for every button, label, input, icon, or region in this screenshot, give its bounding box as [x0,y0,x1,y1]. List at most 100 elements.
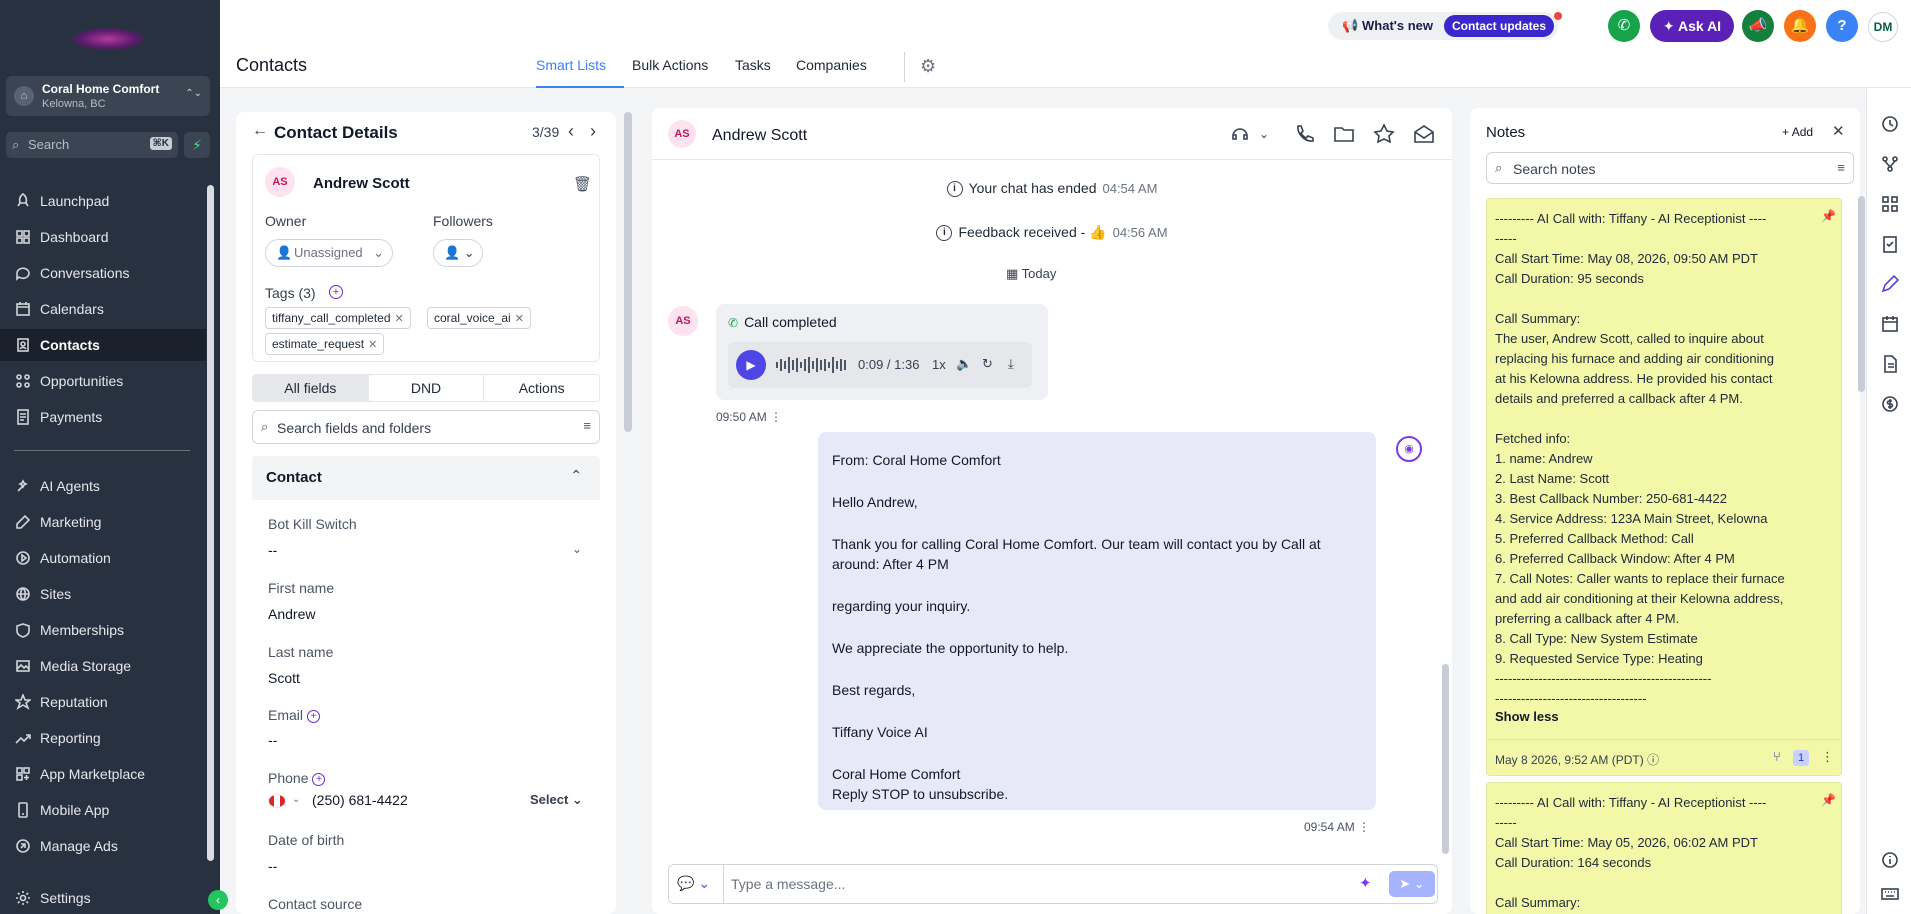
email-field[interactable]: -- [268,732,277,748]
notifications-button[interactable]: 🔔 [1784,10,1816,42]
sidebar-item-automation[interactable]: Automation [0,542,206,574]
prev-contact-button[interactable]: ‹ [568,121,574,142]
add-phone-icon[interactable]: + [312,772,326,786]
sidebar-item-manage-ads[interactable]: Manage Ads [0,830,206,862]
tag-chip[interactable]: estimate_request ✕ [265,333,385,355]
whats-new-pill[interactable]: 📢 What's new Contact updates [1328,12,1562,40]
chevron-down-icon[interactable]: ⌄ [1252,127,1276,151]
sidebar-item-dashboard[interactable]: Dashboard [0,221,206,253]
tab-bulk-actions[interactable]: Bulk Actions [632,57,708,73]
help-button[interactable]: ? [1826,10,1858,42]
keyboard-icon[interactable] [1879,884,1901,906]
tab-tasks[interactable]: Tasks [735,57,771,73]
collapse-sidebar-button[interactable]: ‹ [208,890,228,910]
volume-icon[interactable]: 🔈 [956,356,972,372]
notes-search-input[interactable]: ⌕ Search notes ≡ [1486,152,1854,184]
dob-field[interactable]: -- [268,858,277,874]
back-arrow-icon[interactable]: ← [252,122,268,140]
followers-select[interactable]: 👤 ⌄ [433,239,483,267]
channel-select[interactable]: 💬 ⌄ [677,875,710,892]
sidebar-item-marketing[interactable]: Marketing [0,506,206,538]
canada-flag-icon[interactable] [268,794,286,808]
tasks-icon[interactable] [1879,234,1901,256]
tab-actions[interactable]: Actions [484,375,599,401]
favorite-button[interactable] [1372,123,1396,147]
sidebar-item-mobile-app[interactable]: Mobile App [0,794,206,826]
next-contact-button[interactable]: › [590,121,596,142]
playback-speed-button[interactable]: 1x [932,357,946,372]
ask-ai-button[interactable]: ✦ Ask AI [1650,10,1734,42]
pin-icon[interactable]: 📌 [1821,209,1836,223]
note-card[interactable]: 📌 --------- AI Call with: Tiffany - AI R… [1486,782,1842,914]
sidebar-item-reporting[interactable]: Reporting [0,722,206,754]
tab-companies[interactable]: Companies [796,57,867,73]
details-scrollbar[interactable] [624,112,632,432]
notes-scrollbar[interactable] [1858,196,1865,392]
announcements-button[interactable]: 📣 [1742,10,1774,42]
tag-chip[interactable]: tiffany_call_completed ✕ [265,307,411,329]
first-name-field[interactable]: Andrew [268,606,315,622]
close-icon[interactable]: ✕ [368,339,377,351]
sidebar-item-opportunities[interactable]: Opportunities [0,365,206,397]
sidebar-item-memberships[interactable]: Memberships [0,614,206,646]
close-icon[interactable]: ✕ [515,313,524,325]
play-button[interactable]: ▶ [736,350,766,380]
tab-dnd[interactable]: DND [369,375,485,401]
settings-gear-button[interactable]: ⚙ [920,56,936,77]
add-tag-icon[interactable]: + [329,285,343,299]
workflow-icon[interactable] [1879,154,1901,176]
more-vertical-icon[interactable]: ⋮ [1358,820,1370,834]
document-icon[interactable] [1879,354,1901,376]
replay-icon[interactable]: ↻ [982,356,993,372]
owner-select[interactable]: 👤 Unassigned ⌄ [265,239,393,267]
brand-logo[interactable] [72,28,144,50]
contact-section-header[interactable]: Contact ⌃ [252,456,600,500]
filter-icon[interactable]: ≡ [1837,160,1845,175]
phone-field[interactable]: (250) 681-4422 [312,792,408,808]
sidebar-item-app-marketplace[interactable]: App Marketplace [0,758,206,790]
add-note-button[interactable]: + Add [1782,125,1813,139]
ai-assist-icon[interactable]: ✦ [1359,874,1372,892]
message-input[interactable] [731,865,1291,903]
sidebar-item-media-storage[interactable]: Media Storage [0,650,206,682]
sidebar-item-payments[interactable]: Payments [0,401,206,433]
tag-chip[interactable]: coral_voice_ai ✕ [427,307,531,329]
audio-waveform[interactable] [776,356,850,374]
conversation-scrollbar[interactable] [1442,664,1449,854]
phone-call-button[interactable] [1292,123,1316,147]
sidebar-item-sites[interactable]: Sites [0,578,206,610]
call-options-button[interactable] [1228,123,1252,147]
phone-button[interactable]: ✆ [1608,10,1640,42]
sidebar-item-conversations[interactable]: Conversations [0,257,206,289]
integrations-icon[interactable] [1879,194,1901,216]
filter-icon[interactable]: ≡ [583,418,591,433]
user-avatar[interactable]: DM [1868,12,1898,42]
close-icon[interactable]: ✕ [1832,122,1845,140]
info-icon[interactable] [1879,850,1901,872]
add-email-icon[interactable]: + [307,709,321,723]
history-icon[interactable] [1879,114,1901,136]
close-icon[interactable]: ✕ [395,313,404,325]
show-less-link[interactable]: Show less [1495,709,1559,724]
workflow-icon[interactable]: ⑂ [1773,749,1781,764]
more-vertical-icon[interactable]: ⋮ [1821,749,1834,765]
folder-button[interactable] [1332,123,1356,147]
bot-kill-switch-select[interactable]: -- [268,542,277,558]
quick-actions-button[interactable]: ⚡ [184,132,210,158]
tab-all-fields[interactable]: All fields [253,375,369,401]
sidebar-item-settings[interactable]: Settings [0,882,206,914]
more-vertical-icon[interactable]: ⋮ [770,410,782,424]
sidebar-item-reputation[interactable]: Reputation [0,686,206,718]
sidebar-item-launchpad[interactable]: Launchpad [0,185,206,217]
tab-smart-lists[interactable]: Smart Lists [536,57,606,73]
info-icon[interactable]: ⓘ [1647,753,1659,767]
mark-read-button[interactable] [1412,123,1436,147]
sidebar-item-ai-agents[interactable]: AI Agents [0,470,206,502]
download-icon[interactable]: ⤓ [1008,356,1014,372]
field-search-input[interactable]: ⌕ Search fields and folders ≡ [252,410,600,444]
calendar-icon[interactable] [1879,314,1901,336]
sidebar-scrollbar[interactable] [207,185,214,861]
location-switcher[interactable]: ⌂ Coral Home Comfort Kelowna, BC ⌃⌄ [6,76,210,116]
contact-updates-button[interactable]: Contact updates [1444,15,1555,37]
pin-icon[interactable]: 📌 [1821,793,1836,807]
